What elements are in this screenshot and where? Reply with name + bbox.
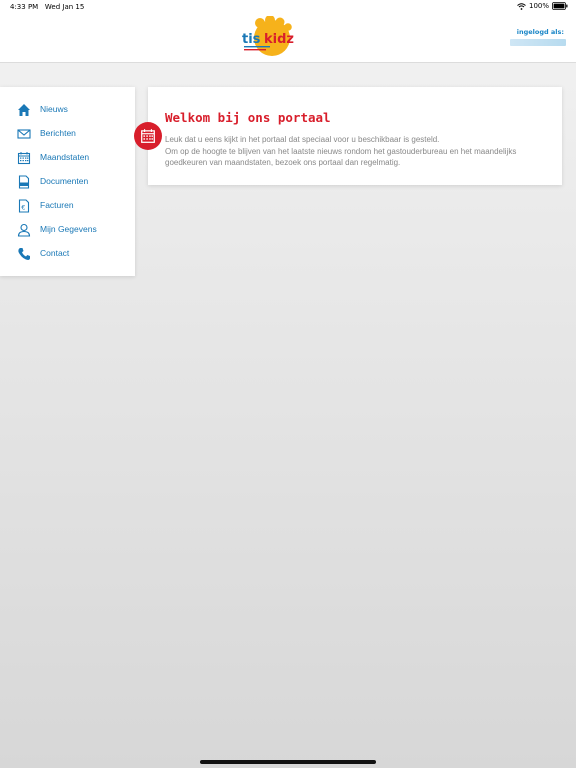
- date-text: Wed Jan 15: [44, 3, 85, 11]
- phone-icon: [18, 248, 30, 260]
- svg-text:kidz: kidz: [264, 32, 294, 47]
- status-right: 100%: [517, 2, 568, 10]
- logged-in-label: ingelogd als:: [516, 28, 564, 36]
- battery-text: 100%: [528, 2, 549, 10]
- sidebar-item-label: Nieuws: [40, 104, 68, 114]
- welcome-line-2: Om op de hoogte te blijven van het laats…: [165, 146, 517, 168]
- welcome-title: Welkom bij ons portaal: [165, 110, 331, 125]
- sidebar-nav: Nieuws Berichten Maandstaten Documenten: [0, 87, 135, 276]
- sidebar-item-label: Documenten: [40, 176, 89, 186]
- welcome-text: Leuk dat u eens kijkt in het portaal dat…: [165, 134, 555, 169]
- document-icon: [18, 175, 30, 189]
- invoice-icon: €: [18, 199, 30, 213]
- home-icon: [18, 104, 30, 116]
- welcome-line-1: Leuk dat u eens kijkt in het portaal dat…: [165, 135, 440, 144]
- sidebar-item-mijn-gegevens[interactable]: Mijn Gegevens: [0, 218, 135, 242]
- home-indicator[interactable]: [200, 760, 376, 764]
- sidebar-item-facturen[interactable]: € Facturen: [0, 194, 135, 218]
- sidebar-item-berichten[interactable]: Berichten: [0, 122, 135, 146]
- sidebar-item-contact[interactable]: Contact: [0, 242, 135, 266]
- tiskidz-logo[interactable]: tis kidz: [240, 16, 298, 60]
- app-header: tis kidz ingelogd als:: [0, 14, 576, 63]
- envelope-icon: [17, 129, 31, 139]
- sidebar-item-label: Berichten: [40, 128, 76, 138]
- sidebar-item-label: Facturen: [40, 200, 74, 210]
- sidebar-item-label: Maandstaten: [40, 152, 90, 162]
- sidebar-item-label: Mijn Gegevens: [40, 224, 97, 234]
- status-bar: 4:33 PM Wed Jan 15 100%: [0, 0, 576, 14]
- time-text: 4:33 PM: [10, 3, 39, 11]
- sidebar-item-label: Contact: [40, 248, 70, 258]
- welcome-badge: [134, 122, 162, 150]
- status-time: 4:33 PM Wed Jan 15: [10, 3, 84, 11]
- svg-text:€: €: [21, 204, 25, 212]
- calendar-icon: [141, 129, 155, 143]
- svg-text:tis: tis: [242, 32, 261, 47]
- battery-icon: [552, 2, 568, 10]
- sidebar-item-maandstaten[interactable]: Maandstaten: [0, 146, 135, 170]
- user-icon: [17, 223, 31, 237]
- wifi-icon: [517, 2, 526, 10]
- calendar-icon: [17, 152, 31, 165]
- sidebar-item-nieuws[interactable]: Nieuws: [0, 98, 135, 122]
- logged-in-user-value[interactable]: [510, 39, 566, 46]
- sidebar-item-documenten[interactable]: Documenten: [0, 170, 135, 194]
